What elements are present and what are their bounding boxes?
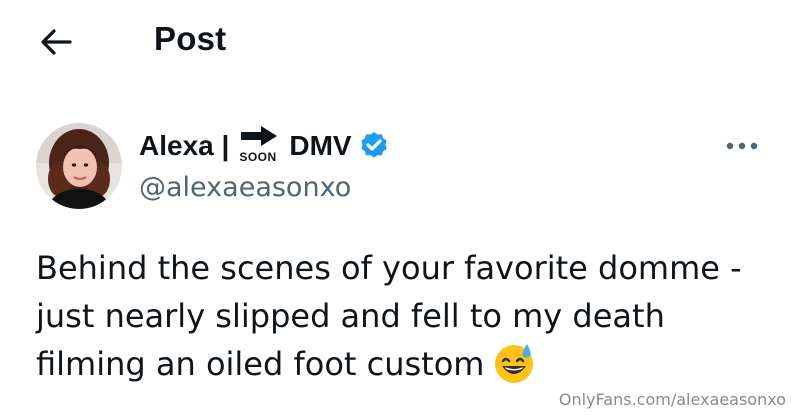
post-text-line: Behind the scenes of your favorite domme… bbox=[36, 249, 742, 287]
sweat-smile-emoji bbox=[495, 344, 534, 383]
author-name-suffix[interactable]: DMV bbox=[289, 130, 351, 162]
soon-arrow-badge: SOON bbox=[233, 124, 283, 168]
profile-photo bbox=[36, 123, 122, 209]
top-bar: Post bbox=[0, 0, 800, 90]
post-text-line: just nearly slipped and fell to my death bbox=[36, 297, 665, 335]
author-name-row[interactable]: Alexa | SOON DMV bbox=[139, 124, 390, 168]
watermark: OnlyFans.com/alexaeasonxo bbox=[558, 390, 786, 409]
post-text: Behind the scenes of your favorite domme… bbox=[36, 244, 776, 388]
avatar[interactable] bbox=[36, 123, 122, 209]
more-options-button[interactable] bbox=[720, 132, 764, 160]
back-button[interactable] bbox=[36, 24, 76, 60]
arrow-left-icon bbox=[41, 29, 72, 55]
page-title: Post bbox=[154, 20, 227, 57]
verified-badge-icon bbox=[360, 132, 387, 158]
right-arrow-icon bbox=[241, 126, 278, 146]
post-text-line-last: filming an oiled foot custom bbox=[36, 340, 776, 388]
author-name[interactable]: Alexa | bbox=[139, 130, 229, 162]
post-text-line-content: filming an oiled foot custom bbox=[36, 345, 485, 383]
more-horizontal-icon bbox=[726, 142, 758, 150]
author-handle[interactable]: @alexaeasonxo bbox=[139, 172, 351, 203]
soon-label: SOON bbox=[239, 150, 277, 164]
